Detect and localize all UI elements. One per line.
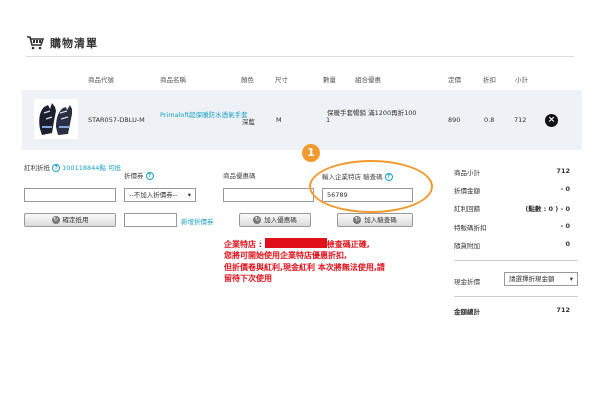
refresh-icon: ↻ bbox=[353, 216, 362, 224]
col-header-promo: 組合優惠 bbox=[355, 76, 381, 84]
product-code: STAR057-DBLU-M bbox=[88, 116, 145, 124]
bonus-input[interactable] bbox=[24, 188, 116, 202]
summary-divider bbox=[454, 260, 578, 261]
page-title: 購物清單 bbox=[50, 37, 98, 50]
col-header-color: 顏色 bbox=[241, 76, 254, 84]
coupon-input[interactable] bbox=[124, 213, 177, 227]
product-price: 890 bbox=[448, 116, 461, 124]
coupon-select[interactable]: --不加入折價券-- ▾ bbox=[124, 188, 196, 202]
promo-code-input[interactable] bbox=[223, 188, 314, 202]
add-promo-code-button[interactable]: ↻ 加入優惠碼 bbox=[239, 213, 311, 227]
col-header-name: 商品名稱 bbox=[160, 76, 186, 84]
highlight-ellipse bbox=[309, 160, 433, 213]
shopping-cart-icon bbox=[26, 36, 44, 50]
col-header-discount: 折扣 bbox=[483, 76, 496, 84]
product-discount: 0.8 bbox=[484, 116, 495, 124]
help-icon[interactable]: ? bbox=[145, 172, 154, 180]
summary-extra: 隨貨附加 0 bbox=[454, 240, 570, 250]
confirm-bonus-button[interactable]: ↻ 確定抵用 bbox=[24, 213, 116, 227]
remove-item-button[interactable]: × bbox=[545, 114, 558, 127]
summary-total: 金額總計 712 bbox=[454, 306, 570, 316]
product-subtotal: 712 bbox=[514, 116, 527, 124]
product-promo: 保暖手套暢銷 滿1200再折100 bbox=[327, 109, 417, 117]
summary-coupon: 折價金額 - 0 bbox=[454, 185, 570, 195]
summary-bonus: 紅利回饋 (點數 : 0 ) - 0 bbox=[454, 205, 570, 213]
page-header: 購物清單 bbox=[26, 35, 98, 51]
coupon-label: 折價券 ? bbox=[124, 170, 154, 180]
bonus-points: 100118844點 可抵 bbox=[62, 164, 121, 172]
product-color: 深藍 bbox=[242, 118, 255, 126]
redaction-block bbox=[264, 238, 327, 248]
alert-message: 企業特店 : 檢查碼正確, 您將可開始使用企業特店優惠折扣, 但折價卷與紅利,現… bbox=[224, 238, 385, 284]
close-icon: × bbox=[547, 115, 556, 125]
summary-divider bbox=[454, 296, 578, 297]
cash-discount-label: 現金折價 bbox=[454, 278, 480, 286]
add-coupon-link[interactable]: 新增折價券 bbox=[181, 216, 214, 226]
col-header-price: 定價 bbox=[448, 76, 461, 84]
col-header-qty: 數量 bbox=[323, 76, 336, 84]
chevron-down-icon: ▾ bbox=[569, 275, 573, 283]
col-header-subtotal: 小計 bbox=[515, 76, 528, 84]
add-corp-code-button[interactable]: ↻ 加入驗查碼 bbox=[337, 213, 413, 227]
refresh-icon: ↻ bbox=[51, 216, 60, 224]
chevron-down-icon: ▾ bbox=[187, 191, 191, 199]
refresh-icon: ↻ bbox=[253, 216, 262, 224]
promo-code-label: 商品優惠碼 bbox=[223, 172, 256, 180]
summary-subtotal: 商品小計 712 bbox=[454, 167, 570, 177]
cash-discount-select[interactable]: 請選擇折現金額 ▾ bbox=[504, 272, 578, 286]
help-icon[interactable]: ? bbox=[52, 164, 61, 172]
header-divider bbox=[26, 56, 574, 57]
col-header-size: 尺寸 bbox=[275, 76, 288, 84]
step-number-badge: 1 bbox=[302, 144, 320, 162]
product-size: M bbox=[276, 116, 282, 124]
product-image[interactable] bbox=[34, 99, 78, 139]
summary-special-code: 特販碼折扣 - 0 bbox=[454, 222, 570, 232]
bonus-label: 紅利折抵 ? 100118844點 可抵 bbox=[24, 164, 121, 172]
col-header-code: 商品代號 bbox=[88, 76, 114, 84]
